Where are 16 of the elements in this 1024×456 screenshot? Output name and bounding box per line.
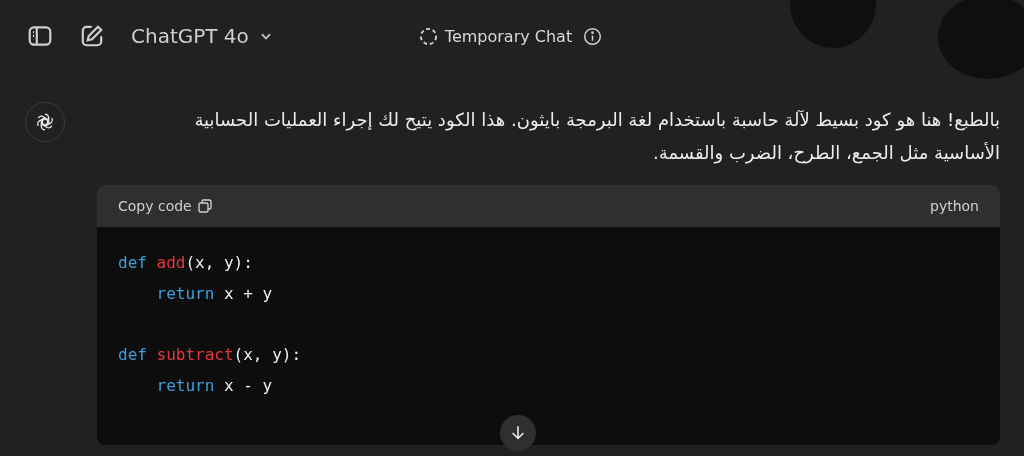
sidebar-icon[interactable] [27,23,53,49]
code-line: def add(x, y): [118,252,254,274]
copy-code-button[interactable]: Copy code [118,198,213,214]
code-line: return x - y [155,375,274,397]
arrow-down-icon [509,424,527,442]
logo-icon [34,111,56,133]
copy-icon [196,198,213,214]
temporary-chat-label[interactable]: Temporary Chat [444,26,573,46]
language-label: python [930,198,979,214]
code-line: def subtract(x, y): [118,344,303,366]
code-line: return x + y [155,283,274,305]
edit-icon[interactable] [79,23,105,49]
dashed-circle-icon [418,26,438,46]
model-selector[interactable]: ChatGPT 4o [131,24,273,48]
message-text: بالطبع! هنا هو كود بسيط لآلة حاسبة باستخدام لغة البرمجة بايثون. هذا الكود يتيح لك إجراء العمليات الحسابية الأساسية مثل الجمع، الطرح، الضرب والقسمة. [193,108,1000,166]
info-icon[interactable] [583,26,603,46]
